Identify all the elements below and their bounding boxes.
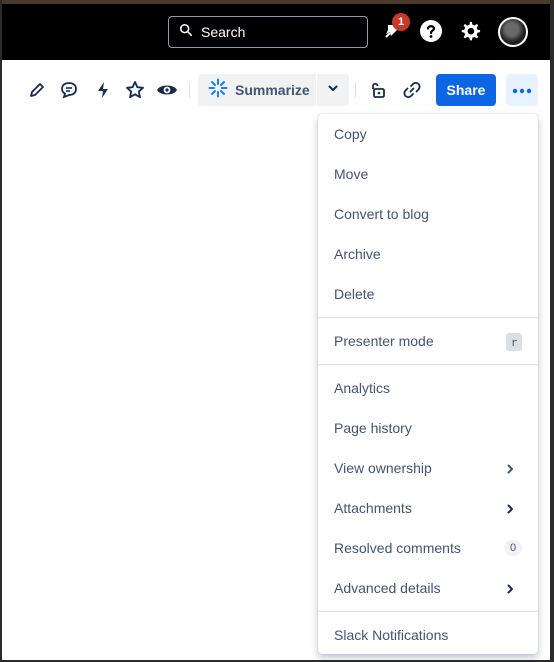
more-actions-button[interactable]: [506, 74, 538, 106]
menu-item-page-history[interactable]: Page history: [318, 408, 538, 448]
chevron-right-icon: [504, 582, 516, 594]
menu-item-label: Presenter mode: [334, 333, 434, 349]
menu-divider: [318, 317, 538, 318]
menu-item-label: Attachments: [334, 500, 412, 516]
keyboard-shortcut: r: [506, 333, 522, 351]
share-button[interactable]: Share: [436, 74, 496, 106]
summarize-button[interactable]: Summarize: [198, 74, 316, 106]
comment-icon[interactable]: [55, 76, 83, 104]
chevron-right-icon: [504, 462, 516, 474]
summarize-label: Summarize: [235, 82, 310, 98]
edit-pencil-icon[interactable]: [23, 76, 51, 104]
menu-item-move[interactable]: Move: [318, 154, 538, 194]
menu-item-label: View ownership: [334, 460, 432, 476]
star-icon[interactable]: [121, 76, 149, 104]
menu-item-slack-notifications[interactable]: Slack Notifications: [318, 615, 538, 655]
watch-eye-icon[interactable]: [153, 76, 181, 104]
help-icon[interactable]: [418, 18, 444, 44]
menu-divider: [318, 364, 538, 365]
page: Search 1 Summarize Share Copy Move Conve…: [0, 0, 554, 662]
search-placeholder: Search: [201, 24, 246, 40]
toolbar-divider: [355, 82, 356, 98]
menu-item-convert-to-blog[interactable]: Convert to blog: [318, 194, 538, 234]
settings-gear-icon[interactable]: [457, 18, 483, 44]
menu-item-analytics[interactable]: Analytics: [318, 368, 538, 408]
notification-badge: 1: [392, 13, 410, 31]
menu-item-resolved-comments[interactable]: Resolved comments 0: [318, 528, 538, 568]
summarize-options-button[interactable]: [317, 74, 349, 106]
menu-item-presenter-mode[interactable]: Presenter mode r: [318, 321, 538, 361]
menu-item-attachments[interactable]: Attachments: [318, 488, 538, 528]
menu-item-advanced-details[interactable]: Advanced details: [318, 568, 538, 608]
menu-item-label: Resolved comments: [334, 540, 461, 556]
chevron-down-icon: [327, 81, 339, 99]
resolved-count-badge: 0: [504, 540, 522, 556]
automation-lightning-icon[interactable]: [89, 76, 117, 104]
menu-item-view-ownership[interactable]: View ownership: [318, 448, 538, 488]
more-horizontal-icon: [512, 81, 532, 99]
user-avatar[interactable]: [498, 17, 528, 47]
menu-item-copy[interactable]: Copy: [318, 114, 538, 154]
top-navigation-bar: Search 1: [2, 4, 550, 60]
search-input[interactable]: Search: [168, 16, 368, 48]
toolbar-divider: [189, 82, 190, 98]
page-toolbar: Summarize Share: [2, 72, 550, 108]
menu-item-delete[interactable]: Delete: [318, 274, 538, 314]
restrictions-lock-icon[interactable]: [364, 76, 392, 104]
chevron-right-icon: [504, 502, 516, 514]
more-actions-menu: Copy Move Convert to blog Archive Delete…: [318, 114, 538, 654]
ai-sparkle-icon: [208, 78, 228, 103]
menu-item-label: Advanced details: [334, 580, 441, 596]
search-icon: [179, 23, 193, 42]
menu-divider: [318, 611, 538, 612]
copy-link-icon[interactable]: [398, 76, 426, 104]
menu-item-archive[interactable]: Archive: [318, 234, 538, 274]
